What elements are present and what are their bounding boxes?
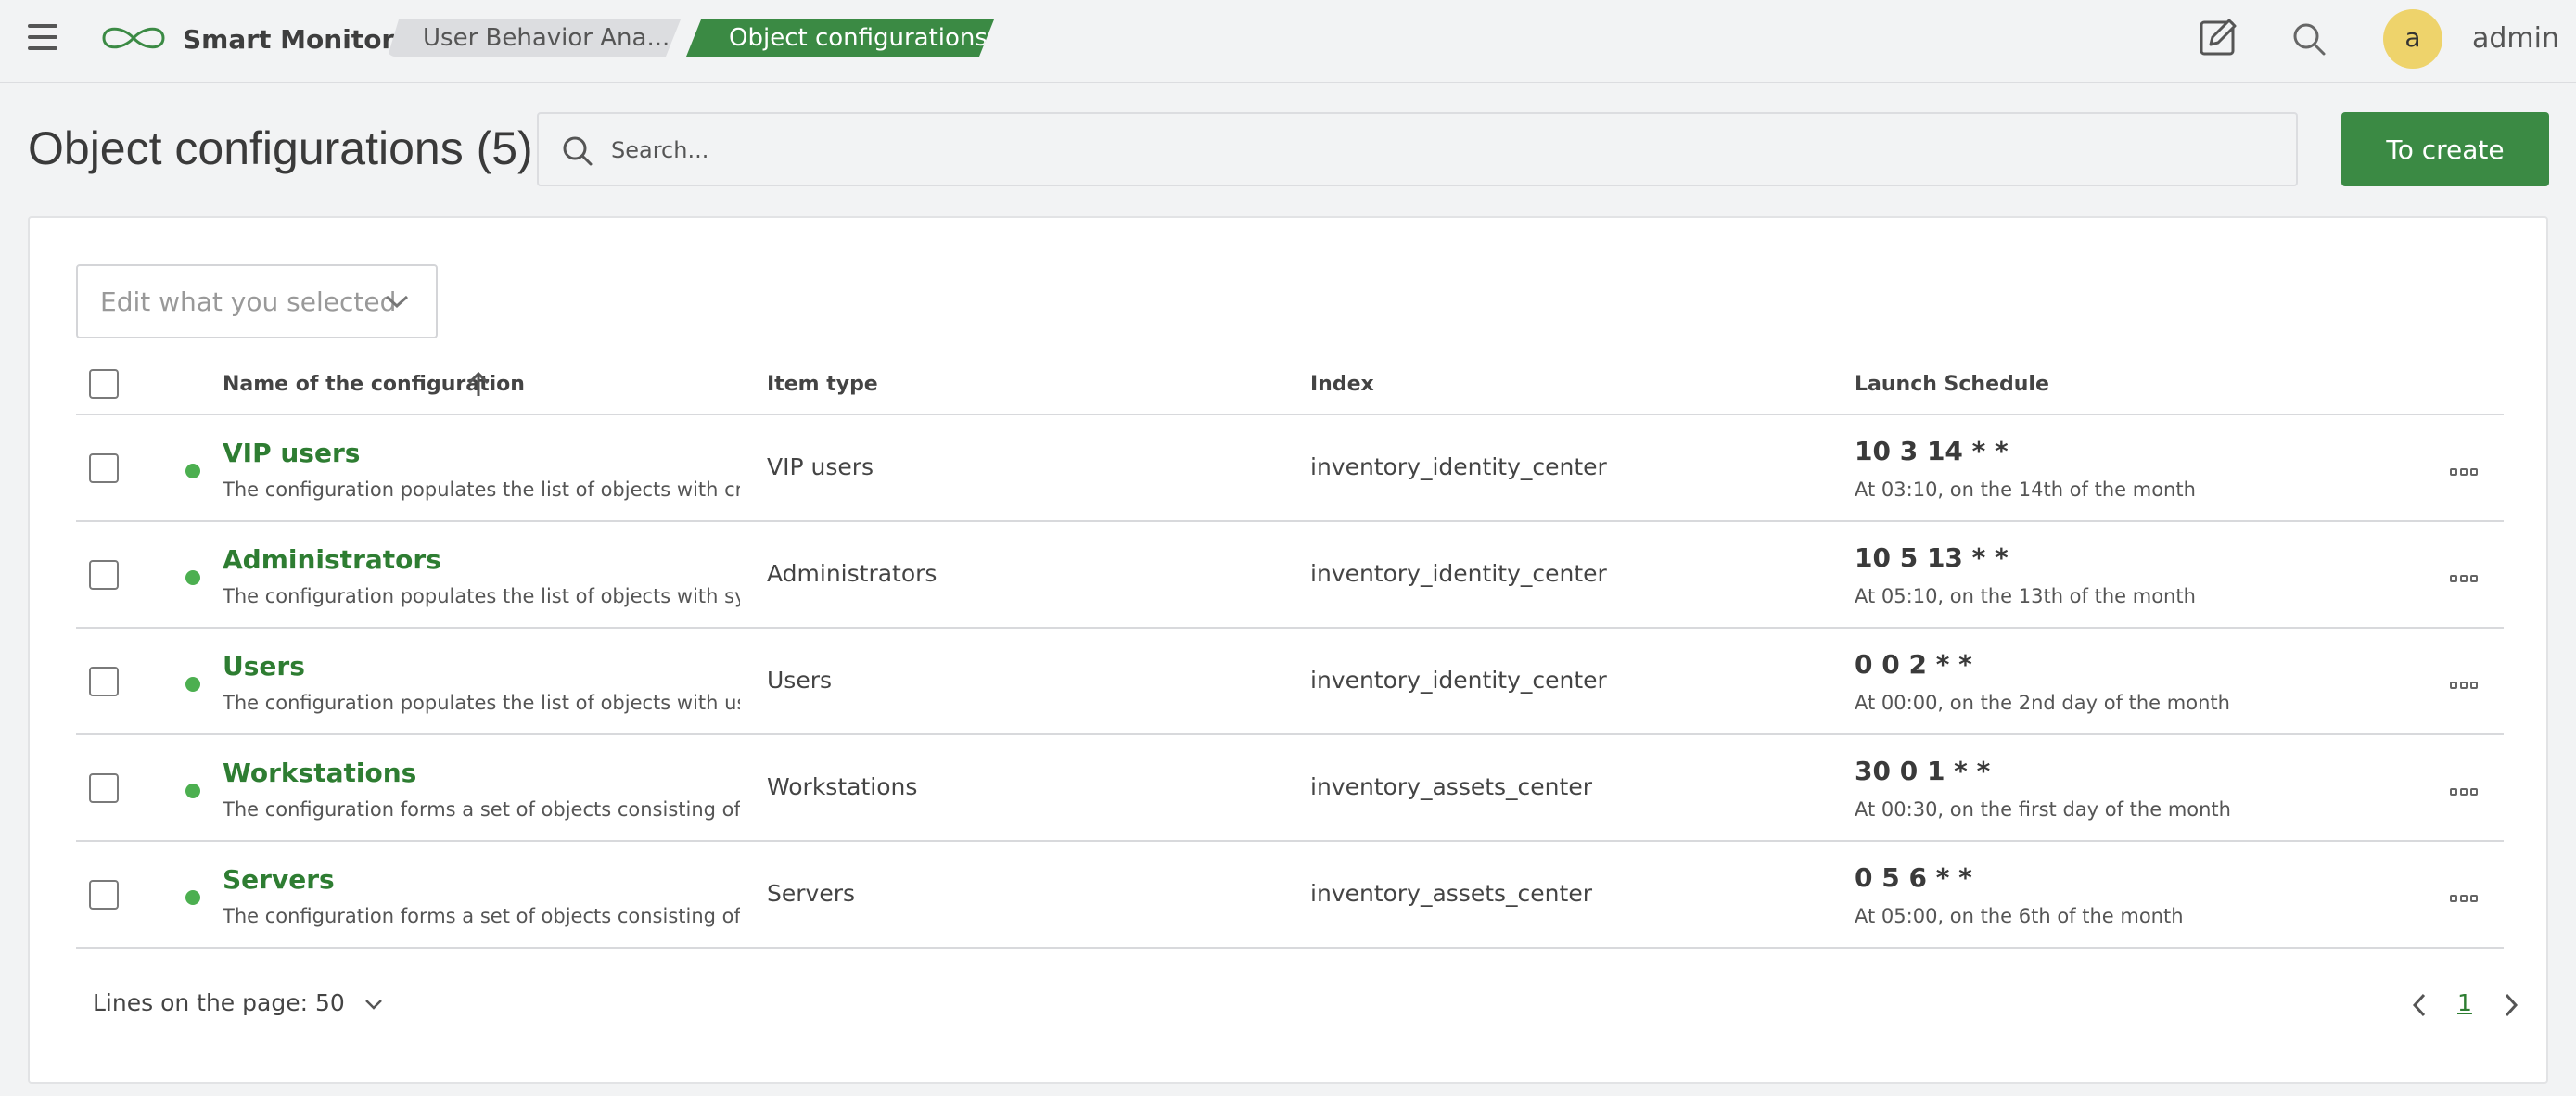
search-field[interactable] [537,112,2298,186]
table-row[interactable]: Users The configuration populates the li… [76,629,2504,735]
configuration-description: The configuration populates the list of … [223,585,740,607]
cron-description: At 00:30, on the first day of the month [1855,798,2231,821]
row-checkbox[interactable] [89,773,119,803]
more-icon[interactable] [2450,462,2483,477]
item-type-cell: Workstations [767,773,918,800]
configuration-name-link[interactable]: Users [223,651,305,682]
breadcrumb-current[interactable]: Object configurations [686,19,994,57]
configuration-name-link[interactable]: Servers [223,864,335,896]
avatar[interactable]: a [2383,9,2442,69]
search-icon [563,136,593,166]
bulk-edit-select[interactable]: Edit what you selected [76,264,438,338]
column-header-item-type[interactable]: Item type [767,371,878,399]
cron-expression: 0 0 2 * * [1855,649,1972,680]
chevron-down-icon [385,295,409,309]
cron-expression: 10 5 13 * * [1855,542,2009,573]
create-button[interactable]: To create [2341,112,2549,186]
cron-description: At 00:00, on the 2nd day of the month [1855,692,2230,714]
chevron-down-icon [364,1000,382,1010]
status-indicator [185,570,200,585]
index-cell: inventory_assets_center [1310,880,1592,907]
status-indicator [185,784,200,798]
app-name: Smart Monitor [183,24,395,55]
column-header-launch-schedule[interactable]: Launch Schedule [1855,371,2049,399]
item-type-cell: Servers [767,880,856,907]
index-cell: inventory_identity_center [1310,667,1607,694]
search-icon[interactable] [2290,20,2327,57]
item-type-cell: Administrators [767,560,937,587]
cron-expression: 10 3 14 * * [1855,436,2009,466]
row-checkbox[interactable] [89,453,119,483]
lines-per-page-select[interactable]: Lines on the page: 50 [93,989,384,1016]
table-footer: Lines on the page: 50 1 [76,978,2519,1034]
cron-expression: 30 0 1 * * [1855,756,1991,786]
bulk-edit-placeholder: Edit what you selected [100,287,397,317]
configuration-description: The configuration populates the list of … [223,692,740,714]
item-type-cell: VIP users [767,453,874,480]
select-all-checkbox[interactable] [89,369,119,399]
index-cell: inventory_identity_center [1310,453,1607,480]
row-checkbox[interactable] [89,667,119,696]
cron-description: At 05:00, on the 6th of the month [1855,905,2184,927]
breadcrumb-parent[interactable]: User Behavior Ana... [388,19,681,57]
page-title: Object configurations (5) [28,122,533,174]
configuration-name-link[interactable]: VIP users [223,438,360,469]
cron-description: At 03:10, on the 14th of the month [1855,478,2196,501]
configuration-description: The configuration populates the list of … [223,478,740,501]
more-icon[interactable] [2450,782,2483,797]
search-input[interactable] [611,131,2262,170]
item-type-cell: Users [767,667,833,694]
column-header-index[interactable]: Index [1310,371,1374,399]
configuration-description: The configuration forms a set of objects… [223,905,740,927]
lines-per-page-label: Lines on the page: 50 [93,989,345,1016]
menu-icon[interactable] [26,24,59,57]
index-cell: inventory_assets_center [1310,773,1592,800]
logo-icon [102,27,165,49]
status-indicator [185,890,200,905]
more-icon[interactable] [2450,568,2483,583]
index-cell: inventory_identity_center [1310,560,1607,587]
more-icon[interactable] [2450,888,2483,903]
chevron-left-icon[interactable] [2408,991,2430,1019]
more-icon[interactable] [2450,675,2483,690]
table-row[interactable]: Workstations The configuration forms a s… [76,735,2504,842]
edit-icon[interactable] [2198,17,2240,59]
status-indicator [185,677,200,692]
configuration-description: The configuration forms a set of objects… [223,798,740,821]
cron-expression: 0 5 6 * * [1855,862,1972,893]
configuration-name-link[interactable]: Workstations [223,758,416,789]
configuration-name-link[interactable]: Administrators [223,544,441,576]
row-checkbox[interactable] [89,560,119,590]
top-bar: Smart Monitor User Behavior Ana... Objec… [0,0,2576,83]
chevron-right-icon[interactable] [2500,991,2522,1019]
status-indicator [185,464,200,478]
cron-description: At 05:10, on the 13th of the month [1855,585,2196,607]
row-checkbox[interactable] [89,880,119,910]
username[interactable]: admin [2472,22,2559,56]
table-row[interactable]: Administrators The configuration populat… [76,522,2504,629]
sort-ascending-icon[interactable] [465,370,491,398]
table-row[interactable]: Servers The configuration forms a set of… [76,842,2504,949]
table-row[interactable]: VIP users The configuration populates th… [76,415,2504,522]
configurations-card: Edit what you selected Name of the confi… [28,216,2548,1084]
pagination-page[interactable]: 1 [2457,989,2472,1016]
